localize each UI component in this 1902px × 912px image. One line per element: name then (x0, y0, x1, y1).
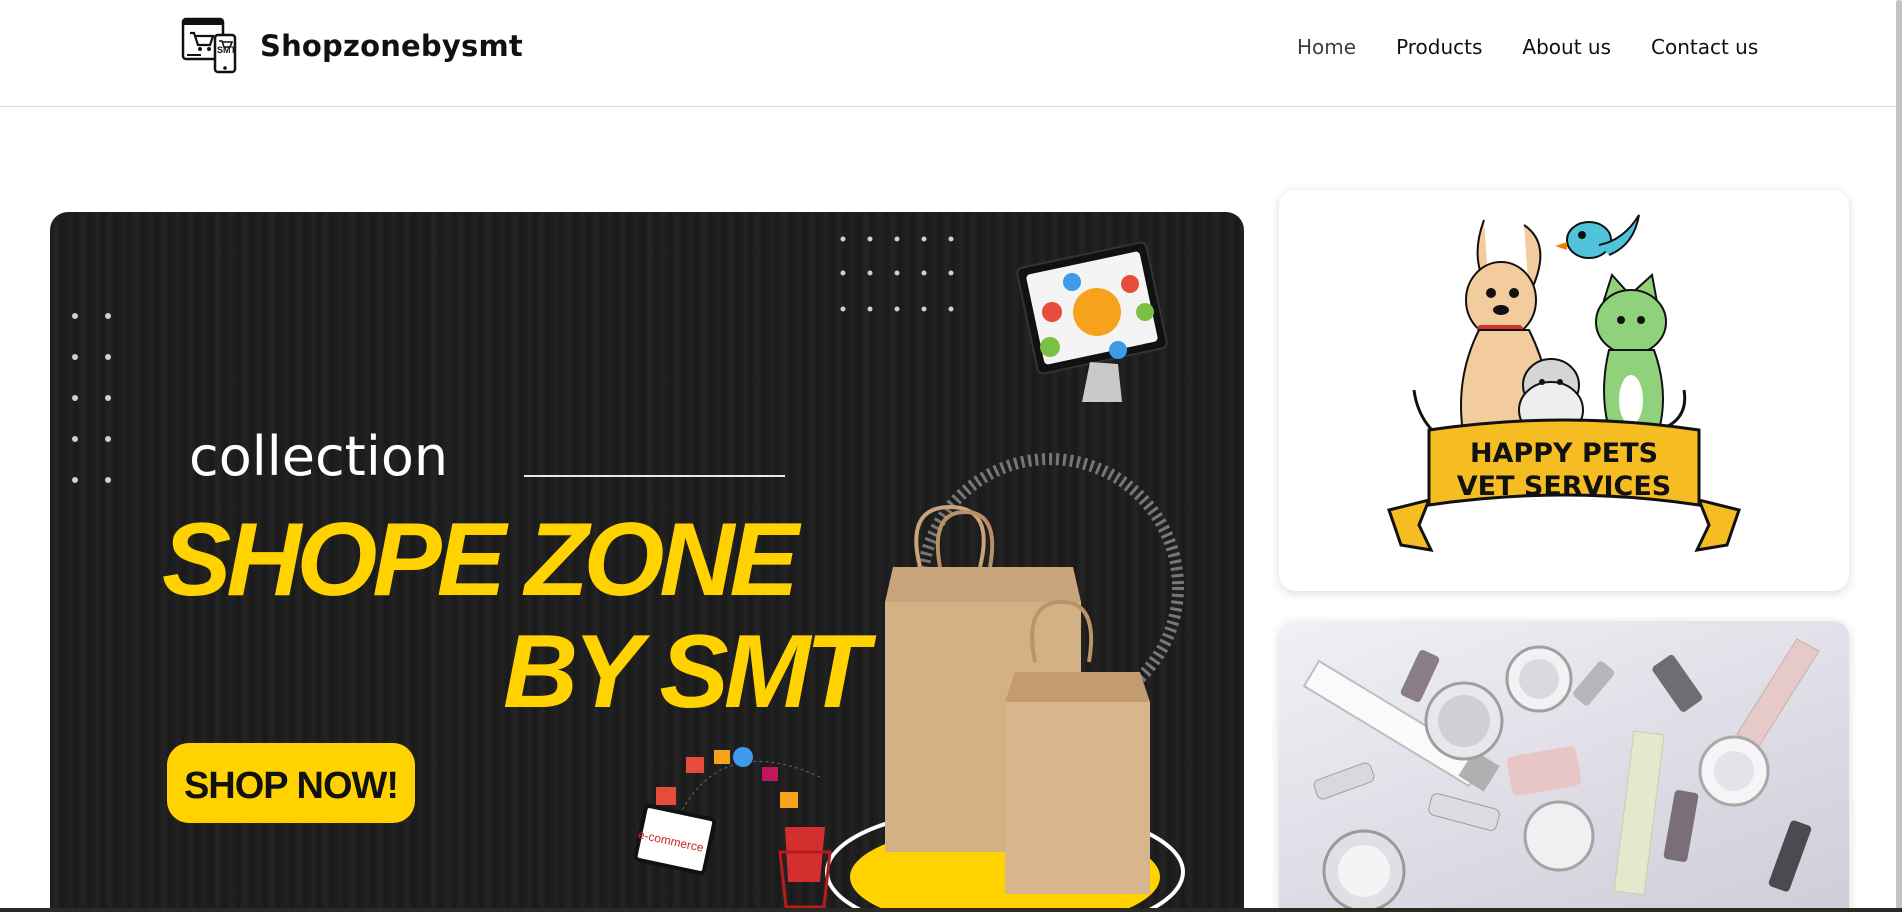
cosmetics-products-icon (1302, 638, 1820, 912)
dot-pattern-top (840, 236, 954, 312)
nav-products[interactable]: Products (1396, 35, 1482, 59)
nav-contact-us[interactable]: Contact us (1651, 35, 1758, 59)
dot-pattern-left (72, 313, 111, 483)
pets-title-line2: VET SERVICES (1457, 471, 1671, 502)
hero-kicker: collection (189, 425, 448, 488)
nav-about-us[interactable]: About us (1522, 35, 1611, 59)
shop-device-icon: SMT (181, 17, 239, 75)
pets-banner-ribbon: HAPPY PETS VET SERVICES (1387, 418, 1741, 552)
scrollbar-thumb[interactable] (1896, 0, 1902, 912)
ecommerce-monitor-icon (1016, 241, 1168, 402)
hero-banner[interactable]: collection SHOPE ZONE BY SMT SHOP NOW! e… (50, 212, 1244, 912)
svg-text:SHOP NOW!: SHOP NOW! (184, 765, 398, 807)
page-scrollbar[interactable] (1896, 0, 1902, 912)
bottom-edge (0, 908, 1902, 912)
promo-card-pets[interactable]: HAPPY PETS VET SERVICES (1279, 190, 1849, 591)
nav-home[interactable]: Home (1297, 35, 1356, 59)
pets-title-line1: HAPPY PETS (1470, 438, 1658, 469)
navbar: SMT Shopzonebysmt Home Products About us… (0, 0, 1902, 107)
promo-card-cosmetics[interactable] (1279, 621, 1849, 912)
main-nav: Home Products About us Contact us (1297, 35, 1798, 59)
ecommerce-arc-icon: e-commerce (633, 747, 832, 909)
brand-link[interactable]: SMT Shopzonebysmt (181, 17, 523, 75)
shop-now-button[interactable]: SHOP NOW! (167, 743, 415, 823)
shopping-bags-icon (885, 504, 1150, 894)
hero-title-line1: SHOPE ZONE (162, 502, 802, 618)
hero-title-line2: BY SMT (503, 614, 876, 730)
brand-name: Shopzonebysmt (260, 29, 523, 63)
